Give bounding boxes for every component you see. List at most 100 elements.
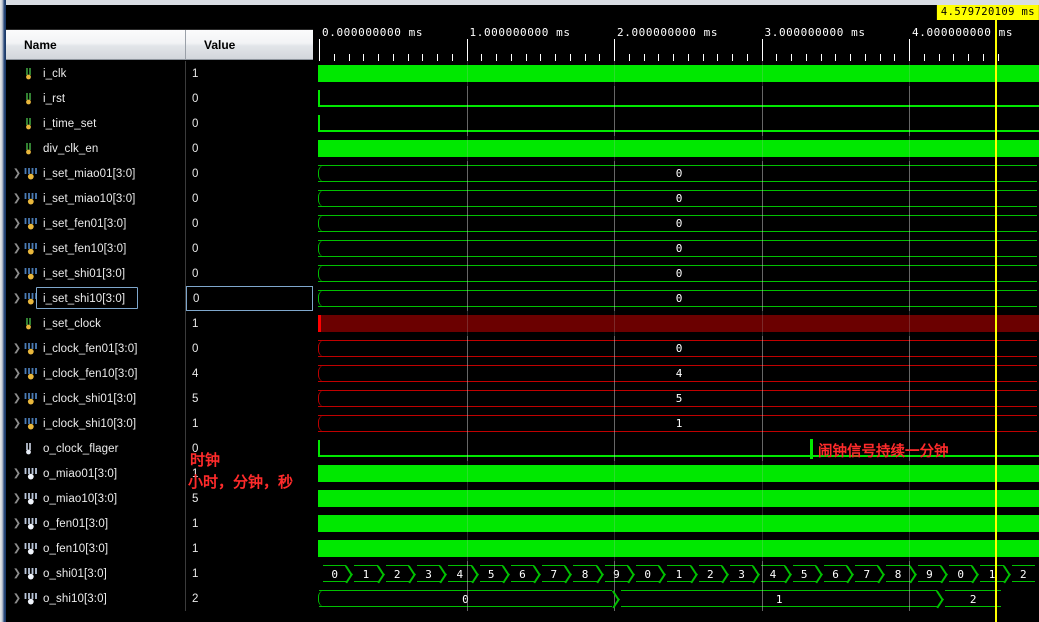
waveform-row[interactable]: 0 bbox=[313, 336, 1039, 361]
chevron-right-icon[interactable]: ❯ bbox=[10, 261, 24, 286]
signal-row[interactable]: ❯ o_fen01[3:0] 1 bbox=[6, 511, 313, 536]
signal-name-cell[interactable]: i_clk bbox=[6, 61, 186, 86]
chevron-right-icon[interactable]: ❯ bbox=[10, 586, 24, 611]
signal-value-cell[interactable]: 0 bbox=[186, 236, 313, 261]
signal-value-cell[interactable]: 1 bbox=[186, 511, 313, 536]
signal-name-cell[interactable]: i_set_clock bbox=[6, 311, 186, 336]
signal-row[interactable]: ❯ o_fen10[3:0] 1 bbox=[6, 536, 313, 561]
waveform-row[interactable]: 5 bbox=[313, 386, 1039, 411]
time-cursor-line[interactable] bbox=[994, 19, 997, 622]
signal-value-cell[interactable]: 0 bbox=[186, 86, 313, 111]
chevron-right-icon[interactable]: ❯ bbox=[10, 361, 24, 386]
signal-row[interactable]: o_clock_flager 0 bbox=[6, 436, 313, 461]
column-header-name[interactable]: Name bbox=[6, 30, 186, 60]
chevron-right-icon[interactable]: ❯ bbox=[10, 536, 24, 561]
waveform-row[interactable]: 0 bbox=[313, 286, 1039, 311]
waveform-row[interactable]: 0 bbox=[313, 236, 1039, 261]
signal-row[interactable]: i_set_clock 1 bbox=[6, 311, 313, 336]
signal-value-cell[interactable]: 0 bbox=[186, 261, 313, 286]
waveform-row[interactable] bbox=[313, 136, 1039, 161]
chevron-right-icon[interactable]: ❯ bbox=[10, 486, 24, 511]
waveform-row[interactable]: 4 bbox=[313, 361, 1039, 386]
chevron-right-icon[interactable]: ❯ bbox=[10, 286, 24, 311]
signal-row[interactable]: ❯ i_clock_shi01[3:0] 5 bbox=[6, 386, 313, 411]
chevron-right-icon[interactable]: ❯ bbox=[10, 386, 24, 411]
waveform-row[interactable] bbox=[313, 536, 1039, 561]
signal-name-cell[interactable]: ❯ i_clock_shi10[3:0] bbox=[6, 411, 186, 436]
waveform-row[interactable]: 0 bbox=[313, 186, 1039, 211]
signal-row[interactable]: ❯ i_set_miao10[3:0] 0 bbox=[6, 186, 313, 211]
signal-name-cell[interactable]: ❯ i_clock_fen01[3:0] bbox=[6, 336, 186, 361]
signal-value-cell[interactable]: 0 bbox=[186, 161, 313, 186]
signal-row[interactable]: ❯ i_clock_fen10[3:0] 4 bbox=[6, 361, 313, 386]
chevron-right-icon[interactable]: ❯ bbox=[10, 461, 24, 486]
column-header-value[interactable]: Value bbox=[186, 30, 313, 60]
signal-value-cell[interactable]: 1 bbox=[186, 411, 313, 436]
signal-name-cell[interactable]: ❯ i_set_fen01[3:0] bbox=[6, 211, 186, 236]
signal-value-cell[interactable]: 4 bbox=[186, 361, 313, 386]
waveform-row[interactable] bbox=[313, 311, 1039, 336]
waveform-row[interactable] bbox=[313, 61, 1039, 86]
signal-name-cell[interactable]: ❯ o_fen01[3:0] bbox=[6, 511, 186, 536]
signal-row[interactable]: ❯ o_shi01[3:0] 1 bbox=[6, 561, 313, 586]
signal-value-cell[interactable]: 0 bbox=[186, 211, 313, 236]
signal-row[interactable]: ❯ i_clock_shi10[3:0] 1 bbox=[6, 411, 313, 436]
signal-value-cell[interactable]: 5 bbox=[186, 386, 313, 411]
waveform-canvas-panel[interactable]: 0.000000000 ms 1.000000000 ms 2.000000000 … bbox=[313, 0, 1039, 622]
chevron-right-icon[interactable]: ❯ bbox=[10, 236, 24, 261]
signal-row[interactable]: ❯ i_clock_fen01[3:0] 0 bbox=[6, 336, 313, 361]
signal-name-cell[interactable]: ❯ i_clock_fen10[3:0] bbox=[6, 361, 186, 386]
waveform-row[interactable]: 0 bbox=[313, 161, 1039, 186]
signal-name-cell[interactable]: i_rst bbox=[6, 86, 186, 111]
waveform-row[interactable] bbox=[313, 111, 1039, 136]
waveform-row[interactable] bbox=[313, 86, 1039, 111]
signal-row[interactable]: i_clk 1 bbox=[6, 61, 313, 86]
signal-name-cell[interactable]: ❯ i_set_fen10[3:0] bbox=[6, 236, 186, 261]
signal-value-cell[interactable]: 5 bbox=[186, 486, 313, 511]
signal-name-cell[interactable]: ❯ o_shi10[3:0] bbox=[6, 586, 186, 611]
signal-row[interactable]: ❯ i_set_shi01[3:0] 0 bbox=[6, 261, 313, 286]
signal-value-cell[interactable]: 0 bbox=[186, 136, 313, 161]
signal-value-cell[interactable]: 0 bbox=[186, 186, 313, 211]
waveform-row[interactable]: 012 bbox=[313, 586, 1039, 611]
signal-row[interactable]: ❯ o_miao10[3:0] 5 bbox=[6, 486, 313, 511]
waveform-row[interactable] bbox=[313, 511, 1039, 536]
signal-row[interactable]: ❯ i_set_shi10[3:0] 0 bbox=[6, 286, 313, 311]
signal-name-cell[interactable]: ❯ i_set_shi10[3:0] bbox=[6, 286, 186, 311]
signal-name-cell[interactable]: ❯ i_set_miao10[3:0] bbox=[6, 186, 186, 211]
signal-name-cell[interactable]: ❯ i_set_shi01[3:0] bbox=[6, 261, 186, 286]
signal-name-cell[interactable]: ❯ o_miao01[3:0] bbox=[6, 461, 186, 486]
chevron-right-icon[interactable]: ❯ bbox=[10, 186, 24, 211]
signal-row[interactable]: i_time_set 0 bbox=[6, 111, 313, 136]
chevron-right-icon[interactable]: ❯ bbox=[10, 211, 24, 236]
signal-name-cell[interactable]: ❯ o_miao10[3:0] bbox=[6, 486, 186, 511]
time-ruler[interactable]: 0.000000000 ms 1.000000000 ms 2.000000000 … bbox=[313, 5, 1039, 61]
signal-name-cell[interactable]: o_clock_flager bbox=[6, 436, 186, 461]
chevron-right-icon[interactable]: ❯ bbox=[10, 161, 24, 186]
signal-value-cell[interactable]: 1 bbox=[186, 561, 313, 586]
signal-value-cell[interactable]: 2 bbox=[186, 586, 313, 611]
signal-row[interactable]: ❯ i_set_miao01[3:0] 0 bbox=[6, 161, 313, 186]
chevron-right-icon[interactable]: ❯ bbox=[10, 511, 24, 536]
signal-row[interactable]: i_rst 0 bbox=[6, 86, 313, 111]
signal-value-cell[interactable]: 1 bbox=[186, 536, 313, 561]
signal-name-cell[interactable]: i_time_set bbox=[6, 111, 186, 136]
time-cursor-label[interactable]: 4.579720109 ms bbox=[936, 5, 1039, 20]
waveform-row[interactable]: 0 bbox=[313, 211, 1039, 236]
chevron-right-icon[interactable]: ❯ bbox=[10, 336, 24, 361]
chevron-right-icon[interactable]: ❯ bbox=[10, 561, 24, 586]
waveform-row[interactable]: 0 bbox=[313, 261, 1039, 286]
signal-row[interactable]: ❯ i_set_fen01[3:0] 0 bbox=[6, 211, 313, 236]
signal-value-cell[interactable]: 0 bbox=[186, 436, 313, 461]
signal-value-cell[interactable]: 0 bbox=[186, 286, 313, 311]
signal-value-cell[interactable]: 1 bbox=[186, 311, 313, 336]
signal-row[interactable]: div_clk_en 0 bbox=[6, 136, 313, 161]
waveform-row[interactable] bbox=[313, 461, 1039, 486]
signal-value-cell[interactable]: 1 bbox=[186, 461, 313, 486]
signal-name-cell[interactable]: ❯ i_set_miao01[3:0] bbox=[6, 161, 186, 186]
signal-row[interactable]: ❯ o_shi10[3:0] 2 bbox=[6, 586, 313, 611]
waveform-row[interactable] bbox=[313, 486, 1039, 511]
waveform-row[interactable]: 01234567890123456789012 bbox=[313, 561, 1039, 586]
signal-name-cell[interactable]: ❯ i_clock_shi01[3:0] bbox=[6, 386, 186, 411]
waveform-row[interactable]: 1 bbox=[313, 411, 1039, 436]
